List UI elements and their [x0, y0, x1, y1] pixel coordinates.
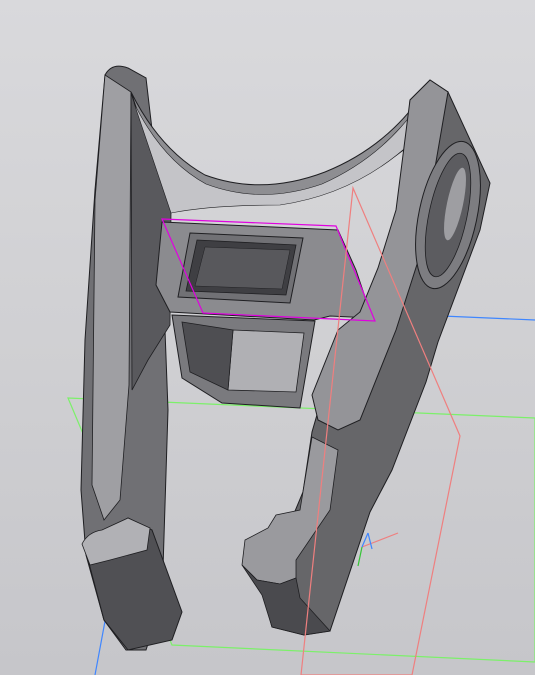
window-inner-wall [194, 246, 291, 290]
3d-viewport[interactable] [0, 0, 535, 675]
origin-triad [357, 532, 399, 567]
model-scene[interactable] [0, 0, 535, 675]
lower-pocket-floor [227, 329, 305, 393]
